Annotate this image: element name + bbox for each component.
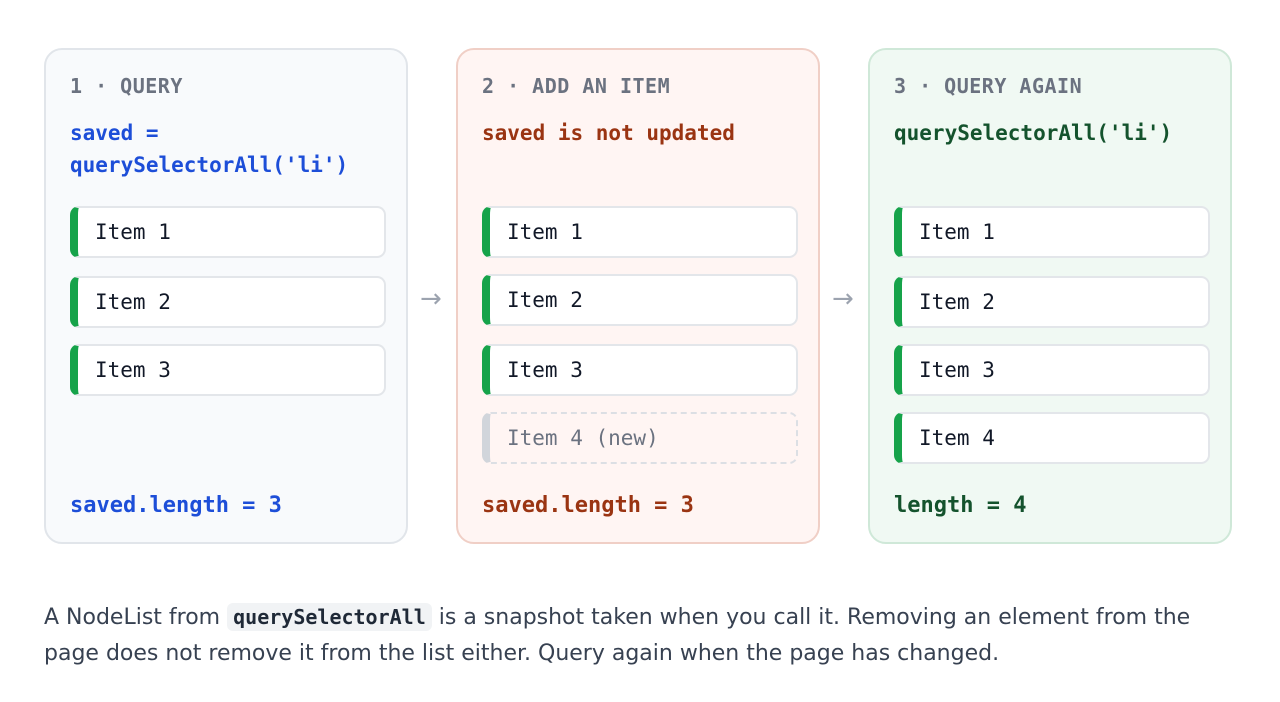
list-item: Item 1	[70, 206, 386, 258]
arrow-right-icon: →	[420, 284, 442, 314]
step-title: 1 · QUERY	[70, 74, 183, 98]
list-item: Item 1	[894, 206, 1210, 258]
list-item: Item 2	[894, 276, 1210, 328]
code-line: querySelectorAll('li')	[894, 121, 1173, 145]
panel-query-again: 3 · QUERY AGAIN querySelectorAll('li') I…	[868, 48, 1232, 544]
list-item: Item 3	[482, 344, 798, 396]
list-item: Item 1	[482, 206, 798, 258]
list-item: Item 4	[894, 412, 1210, 464]
length-readout: saved.length = 3	[482, 493, 694, 518]
code-snippet: saved = querySelectorAll('li')	[70, 117, 348, 181]
code-line: saved =	[70, 121, 159, 145]
caption-text: A NodeList from	[44, 605, 228, 630]
panel-query: 1 · QUERY saved = querySelectorAll('li')…	[44, 48, 408, 544]
step-title: 3 · QUERY AGAIN	[894, 74, 1083, 98]
code-line: saved is not updated	[482, 121, 735, 145]
step-title: 2 · ADD AN ITEM	[482, 74, 671, 98]
panel-add-item: 2 · ADD AN ITEM saved is not updated Ite…	[456, 48, 820, 544]
list-item: Item 3	[894, 344, 1210, 396]
code-snippet: saved is not updated	[482, 117, 735, 149]
code-snippet: querySelectorAll('li')	[894, 117, 1172, 149]
list-item: Item 2	[482, 274, 798, 326]
caption: A NodeList from querySelectorAll is a sn…	[44, 599, 1236, 672]
list-item: Item 3	[70, 344, 386, 396]
diagram: 1 · QUERY saved = querySelectorAll('li')…	[44, 48, 1236, 548]
code-line: querySelectorAll('li')	[70, 153, 349, 177]
arrow-right-icon: →	[832, 284, 854, 314]
inline-code: querySelectorAll	[227, 603, 432, 631]
list-item: Item 2	[70, 276, 386, 328]
new-list-item: Item 4 (new)	[482, 412, 798, 464]
length-readout: saved.length = 3	[70, 493, 282, 518]
length-readout: length = 4	[894, 493, 1027, 518]
